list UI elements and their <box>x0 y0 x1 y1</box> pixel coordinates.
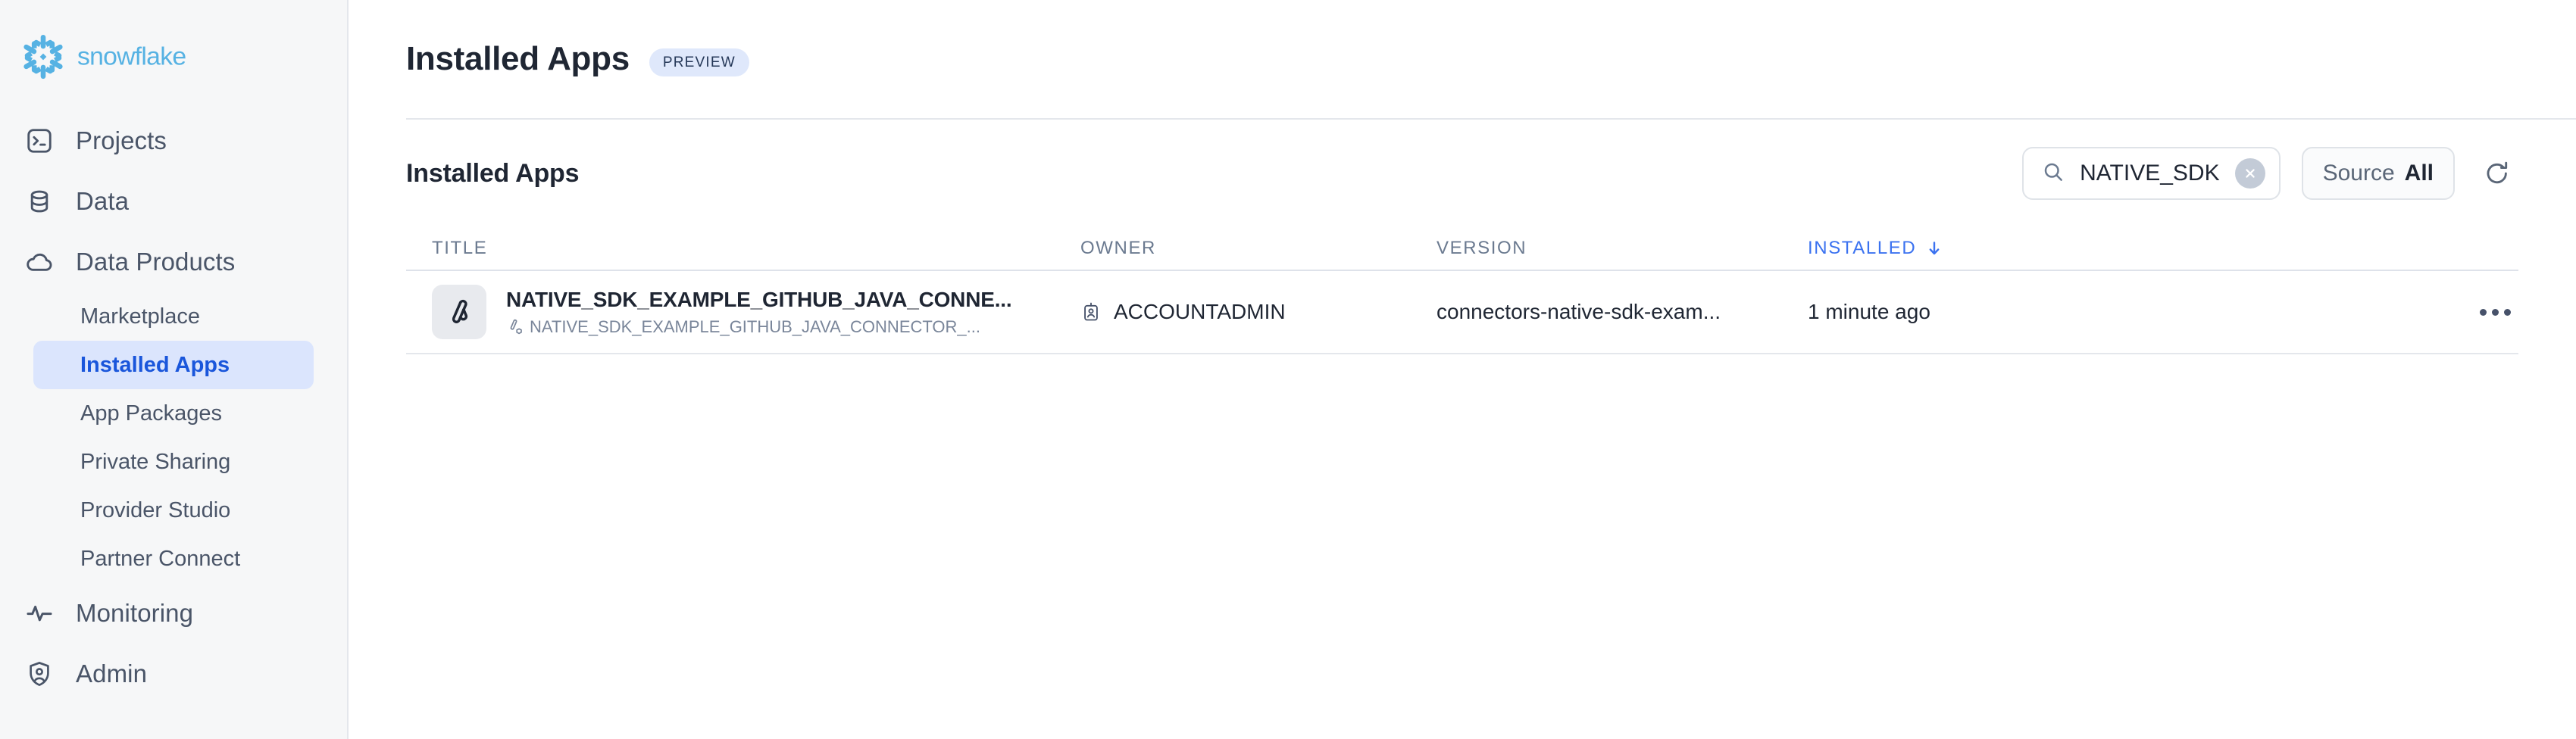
app-title: NATIVE_SDK_EXAMPLE_GITHUB_JAVA_CONNE... <box>506 287 1012 311</box>
sidebar-item-label: Data <box>76 187 130 215</box>
preview-badge: PREVIEW <box>649 48 749 76</box>
section-title: Installed Apps <box>406 158 580 188</box>
column-header-label: OWNER <box>1080 238 1156 258</box>
section-toolbar: Installed Apps NATIVE_SDK Source All <box>406 120 2576 227</box>
search-icon <box>2042 161 2065 187</box>
sidebar-item-private-sharing[interactable]: Private Sharing <box>33 438 314 486</box>
column-header-title[interactable]: TITLE <box>406 238 1080 270</box>
sidebar-subitem-label: Marketplace <box>80 304 200 329</box>
page-header: Installed Apps PREVIEW <box>349 0 2576 118</box>
sidebar-subitem-label: Private Sharing <box>80 449 231 474</box>
main-content: Installed Apps PREVIEW Installed Apps NA… <box>349 0 2576 739</box>
activity-icon <box>23 597 56 630</box>
sidebar-item-marketplace[interactable]: Marketplace <box>33 292 314 341</box>
column-header-owner[interactable]: OWNER <box>1080 238 1436 270</box>
database-icon <box>23 185 56 218</box>
sidebar-item-installed-apps[interactable]: Installed Apps <box>33 341 314 389</box>
sidebar-subitem-label: Partner Connect <box>80 546 241 571</box>
cell-title: NATIVE_SDK_EXAMPLE_GITHUB_JAVA_CONNE... … <box>406 285 1080 339</box>
sidebar-item-partner-connect[interactable]: Partner Connect <box>33 535 314 583</box>
sidebar-item-provider-studio[interactable]: Provider Studio <box>33 486 314 535</box>
terminal-icon <box>23 124 56 157</box>
sort-desc-arrow-icon <box>1929 242 1940 255</box>
search-value[interactable]: NATIVE_SDK <box>2080 161 2220 186</box>
toolbar-controls: NATIVE_SDK Source All <box>2022 147 2518 200</box>
cell-installed: 1 minute ago <box>1808 300 2397 324</box>
app-root: snowflake Projects Data Data Products Ma… <box>0 0 2576 739</box>
sidebar-item-data[interactable]: Data <box>0 171 347 232</box>
installed-apps-section: Installed Apps NATIVE_SDK Source All TIT… <box>349 120 2576 354</box>
sidebar-item-label: Projects <box>76 126 167 154</box>
owner-value: ACCOUNTADMIN <box>1114 300 1286 323</box>
sidebar-item-admin[interactable]: Admin <box>0 644 347 704</box>
page-title: Installed Apps <box>406 40 630 77</box>
sidebar-subitem-label: Provider Studio <box>80 497 231 522</box>
sidebar-item-app-packages[interactable]: App Packages <box>33 389 314 438</box>
table-header-row: TITLE OWNER VERSION INSTALLED <box>406 227 2518 271</box>
cell-owner: ACCOUNTADMIN <box>1080 300 1436 324</box>
native-app-icon <box>432 285 486 339</box>
main-navigation: Projects Data Data Products Marketplace … <box>0 91 347 704</box>
sidebar-subitem-label: Installed Apps <box>80 352 230 377</box>
table-row[interactable]: NATIVE_SDK_EXAMPLE_GITHUB_JAVA_CONNE... … <box>406 271 2518 354</box>
source-filter-button[interactable]: Source All <box>2301 147 2455 200</box>
sidebar-item-monitoring[interactable]: Monitoring <box>0 583 347 644</box>
version-value: connectors-native-sdk-exam... <box>1436 300 1721 323</box>
svg-text:snowflake: snowflake <box>77 42 186 70</box>
more-options-icon[interactable] <box>2480 308 2518 316</box>
search-input[interactable]: NATIVE_SDK <box>2022 147 2281 200</box>
sidebar-subitem-label: App Packages <box>80 401 223 426</box>
snowflake-wordmark: snowflake <box>77 42 186 70</box>
app-subtitle-row: NATIVE_SDK_EXAMPLE_GITHUB_JAVA_CONNECTOR… <box>506 317 1011 337</box>
column-header-installed[interactable]: INSTALLED <box>1808 238 2397 270</box>
clear-search-button[interactable] <box>2234 158 2265 189</box>
cloud-icon <box>23 245 56 279</box>
sidebar-item-label: Data Products <box>76 248 236 276</box>
installed-value: 1 minute ago <box>1808 300 1930 323</box>
installed-apps-table: TITLE OWNER VERSION INSTALLED NATIVE_SDK… <box>406 227 2576 354</box>
column-header-label: VERSION <box>1436 238 1527 258</box>
cell-actions <box>2397 308 2518 316</box>
column-header-version[interactable]: VERSION <box>1436 238 1808 270</box>
cell-version: connectors-native-sdk-exam... <box>1436 300 1808 324</box>
column-header-label: INSTALLED <box>1808 238 1917 258</box>
snowflake-logo-icon <box>23 34 63 80</box>
sidebar-item-label: Admin <box>76 659 148 688</box>
sidebar: snowflake Projects Data Data Products Ma… <box>0 0 349 739</box>
app-package-icon <box>510 319 522 334</box>
shield-user-icon <box>23 657 56 691</box>
snowflake-logo[interactable]: snowflake <box>0 0 347 91</box>
refresh-icon <box>2487 161 2508 184</box>
app-subtitle: NATIVE_SDK_EXAMPLE_GITHUB_JAVA_CONNECTOR… <box>530 316 980 336</box>
role-badge-icon <box>1084 302 1098 321</box>
source-filter-value: All <box>2404 161 2434 186</box>
sidebar-item-data-products[interactable]: Data Products <box>0 232 347 292</box>
sidebar-item-projects[interactable]: Projects <box>0 111 347 171</box>
column-header-label: TITLE <box>432 238 488 258</box>
source-filter-label: Source <box>2322 161 2395 186</box>
refresh-button[interactable] <box>2476 152 2518 195</box>
title-block: NATIVE_SDK_EXAMPLE_GITHUB_JAVA_CONNE... … <box>506 287 1012 337</box>
column-header-actions <box>2397 259 2518 270</box>
sidebar-item-label: Monitoring <box>76 599 194 627</box>
